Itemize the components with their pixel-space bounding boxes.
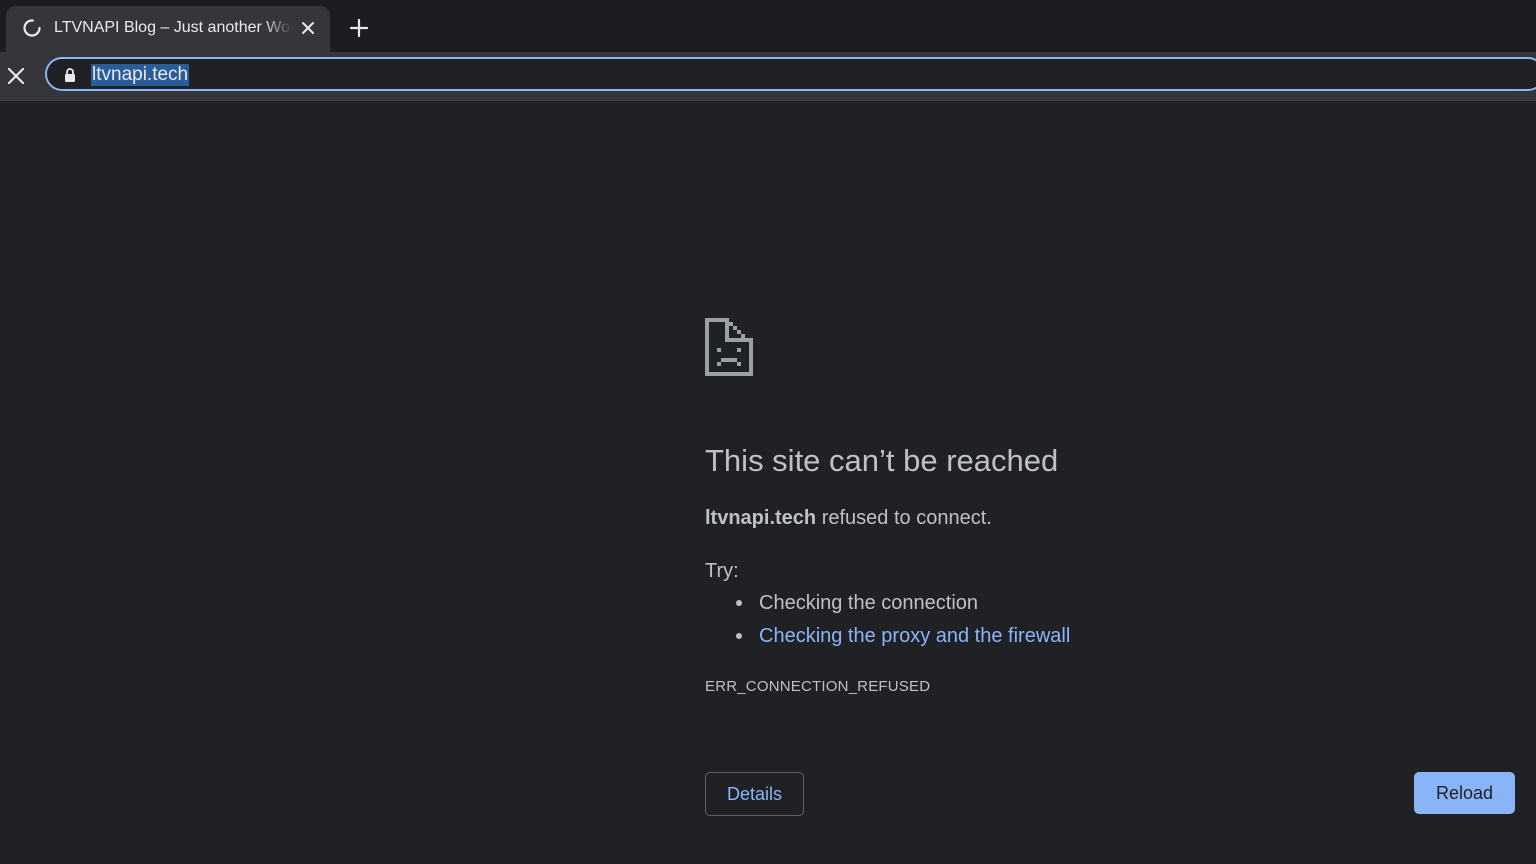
url-text[interactable]: ltvnapi.tech	[91, 64, 190, 86]
browser-tab[interactable]: LTVNAPI Blog – Just another WordPress si…	[6, 6, 330, 52]
stop-loading-close-icon[interactable]	[4, 64, 28, 88]
details-button[interactable]: Details	[705, 772, 804, 816]
lock-icon[interactable]	[64, 68, 76, 82]
error-host: ltvnapi.tech	[705, 507, 817, 529]
tab-close-icon[interactable]	[298, 18, 318, 38]
error-message: refused to connect.	[816, 507, 992, 529]
reload-button[interactable]: Reload	[1414, 772, 1515, 814]
loading-spinner-icon	[22, 18, 42, 38]
error-title: This site can’t be reached	[705, 443, 1059, 478]
error-description: ltvnapi.tech refused to connect.	[705, 505, 992, 531]
browser-toolbar: ltvnapi.tech	[0, 52, 1536, 101]
suggestion-item: Checking the connection	[705, 590, 1070, 623]
new-tab-plus-icon[interactable]	[346, 15, 372, 41]
error-code: ERR_CONNECTION_REFUSED	[705, 678, 931, 695]
try-label: Try:	[705, 560, 739, 582]
suggestions-list: Checking the connection Checking the pro…	[705, 590, 1070, 656]
suggestion-link[interactable]: Checking the proxy and the firewall	[705, 623, 1070, 656]
sad-page-icon	[705, 318, 753, 376]
tab-strip: LTVNAPI Blog – Just another WordPress si…	[0, 0, 1536, 52]
tab-title: LTVNAPI Blog – Just another WordPress si…	[54, 19, 292, 36]
address-bar[interactable]: ltvnapi.tech	[45, 57, 1536, 91]
